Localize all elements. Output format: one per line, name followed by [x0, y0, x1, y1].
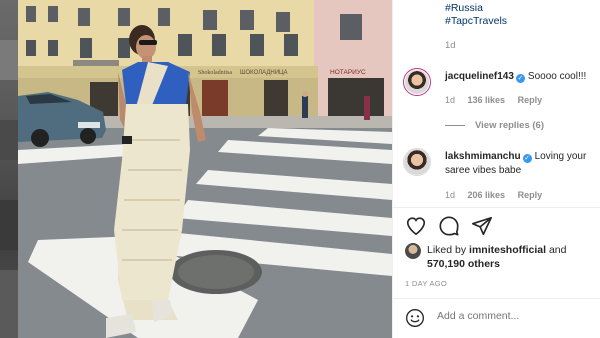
comment-meta: 1d 206 likes Reply — [445, 190, 552, 200]
comment-icon[interactable] — [438, 215, 460, 237]
comment-text: lakshmimanchu ✓ Loving your saree vibes ba… — [445, 150, 600, 178]
verified-badge-icon: ✓ — [522, 154, 532, 163]
liked-by-user[interactable]: imniteshofficial — [469, 244, 546, 256]
hashtag-link[interactable]: #TapcTravels — [445, 15, 507, 27]
add-comment-bar — [393, 300, 600, 338]
likes-summary: Liked by imniteshofficial and 570,190 ot… — [427, 244, 567, 270]
comment-likes[interactable]: 206 likes — [468, 190, 506, 200]
avatar[interactable] — [403, 68, 431, 96]
verified-badge-icon: ✓ — [515, 74, 525, 83]
avatar[interactable] — [405, 243, 421, 259]
comment-username[interactable]: jacquelinef143 — [445, 71, 514, 82]
avatar[interactable] — [403, 148, 431, 176]
post-photo[interactable]: Shokoladnitsa ШОКОЛАДНИЦА НОТАРИУС — [18, 0, 392, 338]
post-actions — [405, 215, 595, 237]
comment-meta: 1d 136 likes Reply — [445, 95, 552, 105]
shop-sign: Shokoladnitsa — [198, 70, 232, 76]
comment-body: Soooo cool!!! — [527, 71, 587, 82]
hashtag-link[interactable]: #Russia — [445, 2, 483, 14]
comment-item: lakshmimanchu ✓ Loving your saree vibes ba… — [403, 148, 596, 204]
divider — [393, 207, 600, 208]
caption-age[interactable]: 1d — [445, 40, 456, 51]
comment-text: jacquelinef143 ✓ Soooo cool!!! — [445, 70, 586, 84]
reply-button[interactable]: Reply — [518, 95, 543, 105]
divider-line — [445, 124, 465, 126]
divider — [393, 298, 600, 299]
comment-body-cont: saree vibes babe — [445, 165, 522, 176]
comment-age[interactable]: 1d — [445, 95, 455, 105]
comment-username[interactable]: lakshmimanchu — [445, 151, 521, 162]
comment-input[interactable] — [437, 310, 587, 322]
share-icon[interactable] — [471, 215, 493, 237]
notary-sign: НОТАРИУС — [330, 69, 366, 76]
likes-count-button[interactable]: 570,190 others — [427, 258, 500, 270]
emoji-icon[interactable] — [405, 308, 425, 328]
background-overlay — [0, 0, 18, 338]
heart-icon[interactable] — [405, 215, 427, 237]
comment-body: Loving your — [534, 151, 587, 162]
view-replies-button[interactable]: View replies (6) — [445, 120, 544, 131]
reply-button[interactable]: Reply — [518, 190, 543, 200]
street-scene-image: Shokoladnitsa ШОКОЛАДНИЦА НОТАРИУС — [18, 0, 392, 338]
comment-likes[interactable]: 136 likes — [468, 95, 506, 105]
comment-age[interactable]: 1d — [445, 190, 455, 200]
post-timestamp[interactable]: 1 DAY AGO — [405, 279, 447, 288]
shop-sign: ШОКОЛАДНИЦА — [240, 70, 287, 76]
post-sidebar: #Russia #TapcTravels 1d jacquelinef143 ✓ S… — [392, 0, 600, 338]
comment-item: jacquelinef143 ✓ Soooo cool!!! 1d 136 like… — [403, 68, 596, 118]
